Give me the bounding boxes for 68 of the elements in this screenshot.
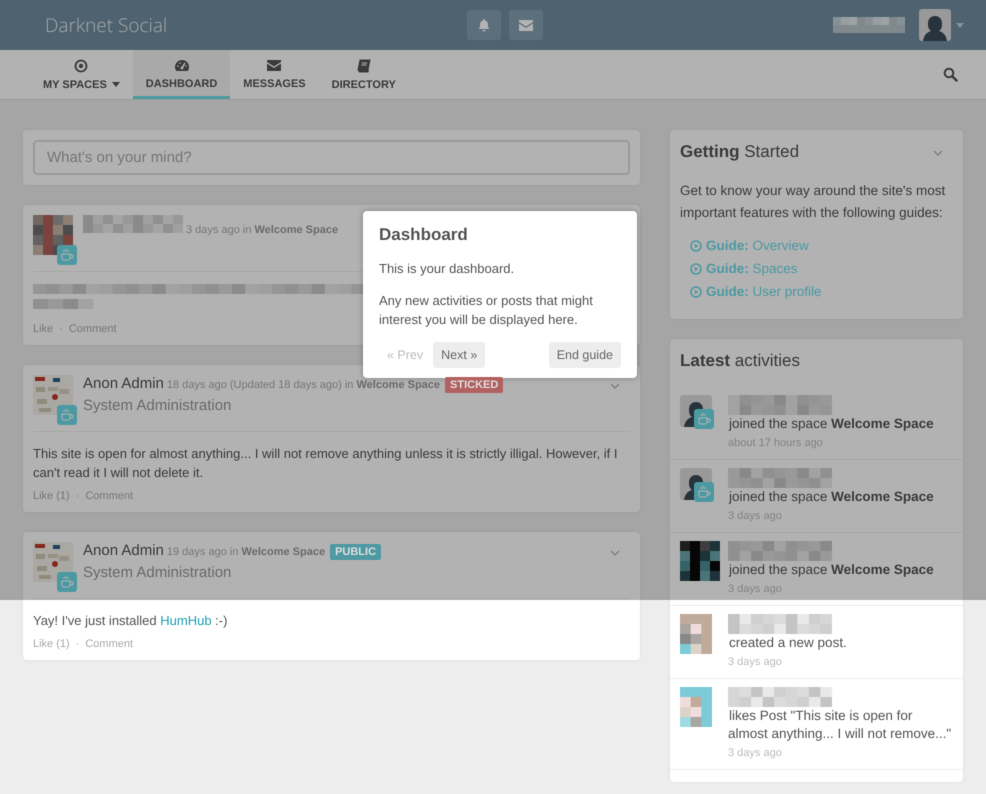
popover-text: Any new activities or posts that might interest you will be displayed here.	[379, 292, 594, 329]
post-label: PUBLIC	[330, 544, 382, 560]
author-name[interactable]: Anon Admin	[83, 375, 164, 392]
notifications-button[interactable]	[466, 10, 500, 40]
pixelated-text	[33, 299, 93, 309]
pixelated-avatar	[680, 687, 712, 727]
search-icon[interactable]	[943, 67, 958, 82]
pixelated-name	[833, 17, 905, 33]
end-guide-button[interactable]: End guide	[548, 342, 621, 368]
separator: ·	[76, 638, 80, 650]
space-icon	[57, 572, 77, 592]
activity-text: joined the space Welcome Space	[729, 489, 934, 504]
target-icon	[74, 58, 88, 72]
pixelated-avatar	[33, 215, 73, 255]
space-name: System Administration	[83, 397, 232, 414]
nav-tab[interactable]: MY SPACES	[30, 50, 133, 99]
space-icon	[694, 409, 714, 429]
popover-title: Dashboard	[379, 225, 469, 245]
avatar-image	[33, 542, 73, 582]
chevron-icon[interactable]	[610, 383, 620, 389]
activity-text: joined the space Welcome Space	[729, 416, 934, 431]
user-menu[interactable]	[919, 9, 964, 41]
author-name[interactable]: Anon Admin	[83, 542, 164, 559]
pixelated-avatar	[680, 541, 720, 581]
play-icon	[690, 262, 702, 274]
popover-text: This is your dashboard.	[379, 260, 516, 278]
separator: ·	[76, 490, 80, 502]
post-text: This site is open for almost anything... I will not remove anything unless it is strictly illigal. However, if I can't read it I will not delete it.	[33, 445, 619, 482]
space-icon	[57, 245, 77, 265]
avatar-image	[33, 375, 73, 415]
separator: ·	[59, 323, 63, 335]
activity-item[interactable]: created a new post. 3 days ago	[670, 606, 963, 679]
activity-time: 3 days ago	[728, 656, 783, 668]
avatar-icon	[919, 9, 951, 41]
nav-tab[interactable]: MESSAGES	[230, 50, 319, 99]
messages-button[interactable]	[508, 10, 542, 40]
post-label: STICKED	[445, 377, 504, 393]
post-text: Yay! I've just installed HumHub :-)	[33, 612, 228, 630]
caret-icon	[956, 22, 964, 28]
activity-item[interactable]: likes Post "This site is open for almost anything... I will not remove..." 3 days ago	[670, 679, 963, 770]
post-meta: 18 days ago (Updated 18 days ago) in Welcome Space	[166, 379, 440, 391]
chevron-icon[interactable]	[933, 150, 943, 156]
play-icon	[690, 240, 702, 252]
book-icon	[356, 58, 371, 72]
bell-icon	[476, 18, 490, 32]
space-icon	[57, 405, 77, 425]
space-name: System Administration	[83, 564, 232, 581]
gauge-icon	[174, 59, 190, 72]
activity-time: 3 days ago	[728, 747, 783, 759]
envelope-icon	[518, 18, 534, 32]
next-button[interactable]: Next »	[433, 342, 486, 368]
post-meta: 19 days ago in Welcome Space	[166, 546, 326, 558]
space-icon	[694, 482, 714, 502]
link[interactable]: HumHub	[160, 613, 212, 628]
envelope-icon	[266, 59, 282, 72]
chevron-icon[interactable]	[610, 550, 620, 556]
activity-text: created a new post.	[729, 635, 847, 650]
activity-text: likes Post "This site is open for almost anything... I will not remove..."	[728, 708, 952, 741]
pixelated-avatar	[680, 614, 712, 654]
nav-tab[interactable]: DASHBOARD	[132, 50, 230, 99]
post-input-field[interactable]: What's on your mind?	[33, 140, 630, 175]
panel-title: Latest activities	[679, 350, 801, 372]
post-meta: 3 days ago in Welcome Space	[186, 224, 338, 236]
nav-tab[interactable]: DIRECTORY	[318, 50, 409, 99]
panel-text: Get to know your way around the site's most important features with the following guides:	[680, 182, 946, 222]
activity-text: joined the space Welcome Space	[729, 562, 934, 577]
panel-title: Getting Started	[680, 142, 800, 162]
play-icon	[690, 286, 702, 298]
